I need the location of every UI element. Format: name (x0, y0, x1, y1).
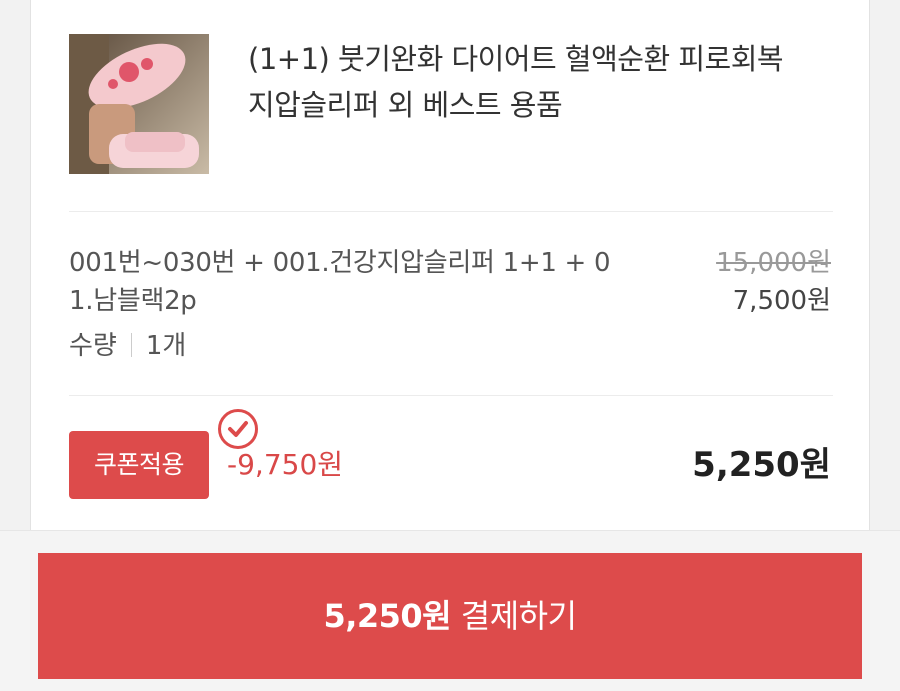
quantity-label: 수량 (69, 331, 117, 361)
discount-amount: -9,750원 (227, 448, 344, 481)
pay-amount: 5,250원 (323, 597, 452, 635)
coupon-apply-button[interactable]: 쿠폰적용 (69, 431, 209, 499)
product-title-line2: 지압슬리퍼 외 베스트 용품 (248, 88, 563, 122)
product-thumbnail[interactable] (69, 34, 209, 174)
product-title-line1: (1+1) 붓기완화 다이어트 혈액순환 피로회복 (248, 42, 784, 76)
option-line1: 001번~030번 + 001.건강지압슬리퍼 1+1 + 0 (69, 248, 611, 278)
order-item-card: (1+1) 붓기완화 다이어트 혈액순환 피로회복 지압슬리퍼 외 베스트 용품… (30, 0, 870, 545)
divider (69, 395, 833, 396)
option-line2: 1.남블랙2p (69, 286, 197, 316)
product-title[interactable]: (1+1) 붓기완화 다이어트 혈액순환 피로회복 지압슬리퍼 외 베스트 용품 (248, 36, 848, 128)
final-price: 5,250원 (692, 445, 831, 485)
pay-button[interactable]: 5,250원 결제하기 (38, 553, 862, 679)
option-text: 001번~030번 + 001.건강지압슬리퍼 1+1 + 0 1.남블랙2p (69, 244, 679, 320)
slipper-image-icon (69, 34, 209, 174)
pay-action-label: 결제하기 (460, 597, 577, 635)
quantity-value: 1개 (145, 331, 187, 361)
check-circle-icon (218, 409, 258, 449)
original-price: 15,000원 (716, 248, 831, 278)
sale-price: 7,500원 (732, 286, 831, 316)
quantity-separator (130, 333, 132, 357)
divider (69, 211, 833, 212)
quantity-row: 수량 1개 (69, 329, 186, 363)
